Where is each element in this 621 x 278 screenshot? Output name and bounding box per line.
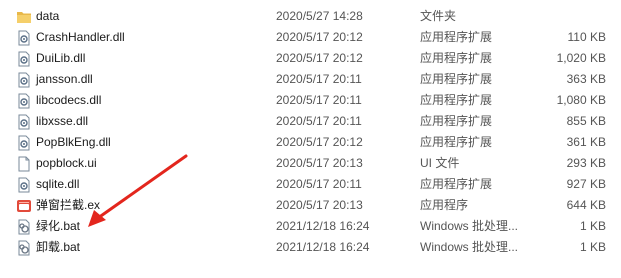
- file-date: 2020/5/17 20:11: [276, 72, 362, 86]
- file-date: 2020/5/27 14:28: [276, 9, 363, 23]
- dll-file-icon: [16, 72, 32, 88]
- file-type: 应用程序扩展: [420, 72, 493, 86]
- file-row-popup-blocker-exe[interactable]: 弹窗拦截.ex 2020/5/17 20:13 应用程序 644 KB: [0, 195, 621, 216]
- file-type: Windows 批处理...: [420, 240, 519, 254]
- file-name: 绿化.bat: [36, 219, 81, 233]
- file-size: 363 KB: [566, 72, 606, 86]
- bat-file-icon: [16, 240, 32, 256]
- file-size: 110 KB: [567, 30, 606, 44]
- exe-app-icon: [16, 198, 32, 214]
- file-row-data[interactable]: data 2020/5/27 14:28 文件夹: [0, 6, 621, 27]
- file-name: libcodecs.dll: [36, 93, 102, 107]
- file-row-popblock-ui[interactable]: popblock.ui 2020/5/17 20:13 UI 文件 293 KB: [0, 153, 621, 174]
- file-row-sqlite[interactable]: sqlite.dll 2020/5/17 20:11 应用程序扩展 927 KB: [0, 174, 621, 195]
- file-date: 2021/12/18 16:24: [276, 240, 370, 254]
- file-size: 855 KB: [566, 114, 606, 128]
- file-size: 1,080 KB: [556, 93, 606, 107]
- file-size: 644 KB: [566, 198, 606, 212]
- file-date: 2020/5/17 20:11: [276, 114, 362, 128]
- file-date: 2020/5/17 20:12: [276, 30, 363, 44]
- file-type: 文件夹: [420, 9, 457, 23]
- file-size: 1 KB: [579, 240, 606, 254]
- file-size: 361 KB: [566, 135, 606, 149]
- folder-icon: [16, 9, 32, 25]
- blank-file-icon: [16, 156, 32, 172]
- file-list: data 2020/5/27 14:28 文件夹 CrashHandler.dl…: [0, 6, 621, 258]
- file-size: 1 KB: [579, 219, 606, 233]
- dll-file-icon: [16, 51, 32, 67]
- file-type: 应用程序扩展: [420, 114, 493, 128]
- file-name: PopBlkEng.dll: [36, 135, 111, 149]
- file-name: popblock.ui: [36, 156, 97, 170]
- file-row-libcodecs[interactable]: libcodecs.dll 2020/5/17 20:11 应用程序扩展 1,0…: [0, 90, 621, 111]
- file-row-jansson[interactable]: jansson.dll 2020/5/17 20:11 应用程序扩展 363 K…: [0, 69, 621, 90]
- file-name: DuiLib.dll: [36, 51, 86, 65]
- file-name: jansson.dll: [36, 72, 93, 86]
- file-name: 卸载.bat: [36, 240, 81, 254]
- file-name: sqlite.dll: [36, 177, 80, 191]
- file-name: libxsse.dll: [36, 114, 89, 128]
- file-row-popblkeng[interactable]: PopBlkEng.dll 2020/5/17 20:12 应用程序扩展 361…: [0, 132, 621, 153]
- file-row-duilib[interactable]: DuiLib.dll 2020/5/17 20:12 应用程序扩展 1,020 …: [0, 48, 621, 69]
- file-type: 应用程序扩展: [420, 51, 493, 65]
- dll-file-icon: [16, 30, 32, 46]
- file-type: 应用程序扩展: [420, 30, 493, 44]
- file-row-libxsse[interactable]: libxsse.dll 2020/5/17 20:11 应用程序扩展 855 K…: [0, 111, 621, 132]
- file-type: 应用程序扩展: [420, 135, 493, 149]
- dll-file-icon: [16, 177, 32, 193]
- file-row-crashhandler[interactable]: CrashHandler.dll 2020/5/17 20:12 应用程序扩展 …: [0, 27, 621, 48]
- file-date: 2020/5/17 20:13: [276, 198, 363, 212]
- file-date: 2021/12/18 16:24: [276, 219, 370, 233]
- file-size: 1,020 KB: [556, 51, 606, 65]
- file-size: 927 KB: [566, 177, 606, 191]
- file-row-uninstall-bat[interactable]: 卸载.bat 2021/12/18 16:24 Windows 批处理... 1…: [0, 237, 621, 258]
- file-type: Windows 批处理...: [420, 219, 519, 233]
- dll-file-icon: [16, 114, 32, 130]
- bat-file-icon: [16, 219, 32, 235]
- file-name: CrashHandler.dll: [36, 30, 125, 44]
- file-date: 2020/5/17 20:13: [276, 156, 363, 170]
- file-date: 2020/5/17 20:12: [276, 135, 363, 149]
- dll-file-icon: [16, 93, 32, 109]
- file-name: 弹窗拦截.ex: [36, 198, 101, 212]
- file-date: 2020/5/17 20:12: [276, 51, 363, 65]
- file-row-green-bat[interactable]: 绿化.bat 2021/12/18 16:24 Windows 批处理... 1…: [0, 216, 621, 237]
- file-type: 应用程序扩展: [420, 93, 493, 107]
- file-type: 应用程序扩展: [420, 177, 493, 191]
- file-name: data: [36, 9, 60, 23]
- file-type: UI 文件: [420, 156, 460, 170]
- file-type: 应用程序: [420, 198, 469, 212]
- file-date: 2020/5/17 20:11: [276, 177, 362, 191]
- file-date: 2020/5/17 20:11: [276, 93, 362, 107]
- file-size: 293 KB: [566, 156, 606, 170]
- dll-file-icon: [16, 135, 32, 151]
